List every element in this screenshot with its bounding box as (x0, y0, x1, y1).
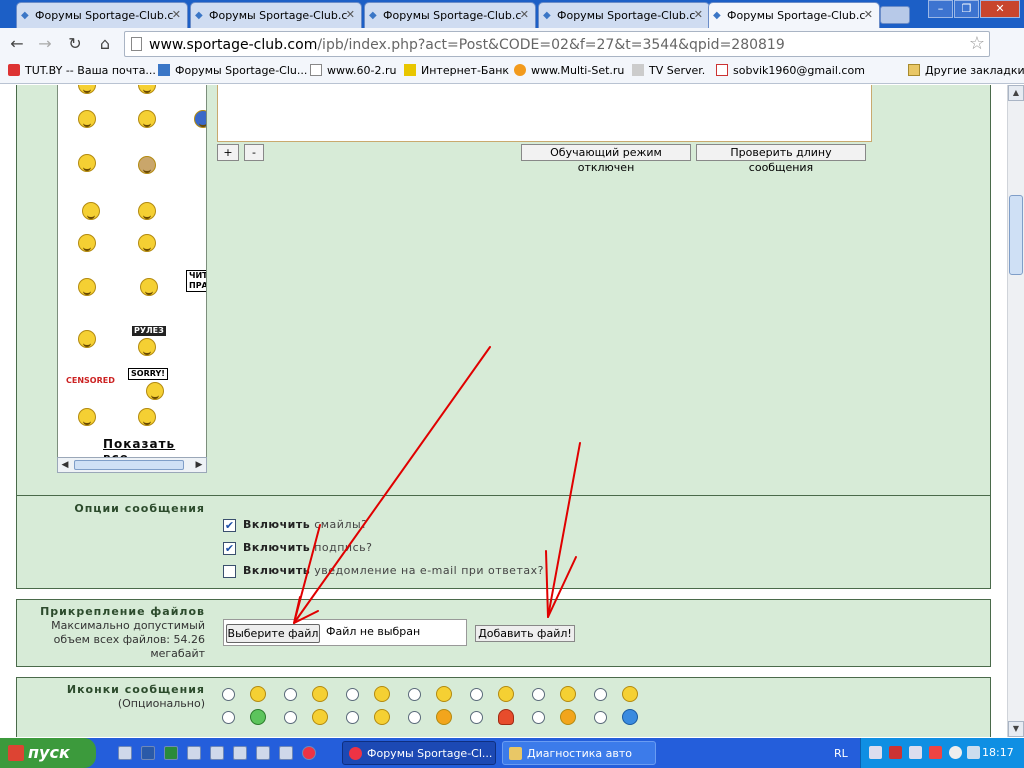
excel-icon[interactable] (164, 746, 178, 760)
taskbar-item-folder[interactable]: Диагностика авто (502, 741, 656, 765)
bookmark-label: TV Server. (649, 64, 706, 77)
annotation-arrow-line (547, 442, 581, 618)
close-tab-icon[interactable]: ✕ (864, 8, 873, 21)
browser-tab[interactable]: ◆ Форумы Sportage-Club.c ✕ (190, 2, 362, 28)
restore-icon[interactable]: ❐ (954, 0, 979, 18)
bookmark-item[interactable]: www.Multi-Set.ru (514, 64, 624, 77)
quicklaunch-icon[interactable] (118, 746, 132, 760)
mail-icon (8, 64, 20, 76)
scroll-down-icon[interactable]: ▼ (1008, 721, 1024, 737)
browser-toolbar: ← → ↻ ⌂ www.sportage-club.com/ipb/index.… (0, 28, 1024, 81)
bookmark-label: Форумы Sportage-Clu... (175, 64, 308, 77)
tray-app-icon[interactable] (889, 746, 902, 759)
quicklaunch-icon[interactable] (210, 746, 224, 760)
tray-app-icon[interactable] (929, 746, 942, 759)
forward-arrow-icon[interactable]: → (34, 34, 56, 54)
close-tab-icon[interactable]: ✕ (172, 8, 181, 21)
forum-favicon-icon: ◆ (713, 10, 721, 21)
page-vertical-scrollbar[interactable]: ▲ ▼ (1007, 85, 1024, 737)
page-content: ЧИТ ПРАВ РУЛЕЗ CENSORED SORRY! Показать … (0, 85, 1007, 737)
chrome-icon (349, 747, 362, 760)
bookmark-item[interactable]: sobvik1960@gmail.com (716, 64, 865, 77)
bookmark-label: www.60-2.ru (327, 64, 397, 77)
reload-icon[interactable]: ↻ (64, 34, 86, 54)
chrome-icon[interactable] (302, 746, 316, 760)
bookmark-item[interactable]: Интернет-Банк (404, 64, 509, 77)
taskbar-item-forum[interactable]: Форумы Sportage-Cl... (342, 741, 496, 765)
annotation-arrow-line (293, 346, 491, 624)
url-text: www.sportage-club.com/ipb/index.php?act=… (149, 37, 785, 53)
quicklaunch-icon[interactable] (233, 746, 247, 760)
url-path: /ipb/index.php?act=Post&CODE=02&f=27&t=3… (317, 37, 785, 53)
task-label: Диагностика авто (527, 747, 633, 760)
language-indicator[interactable]: RL (834, 747, 848, 760)
bank-icon (404, 64, 416, 76)
forum-favicon-icon: ◆ (369, 10, 377, 21)
scrollbar-thumb[interactable] (1009, 195, 1023, 275)
start-button[interactable]: пуск (0, 738, 96, 768)
bookmark-item[interactable]: TV Server. (632, 64, 705, 77)
bookmark-label: www.Multi-Set.ru (531, 64, 625, 77)
network-icon[interactable] (869, 746, 882, 759)
address-bar[interactable]: www.sportage-club.com/ipb/index.php?act=… (124, 31, 990, 57)
tray-app-icon[interactable] (967, 746, 980, 759)
close-tab-icon[interactable]: ✕ (694, 8, 703, 21)
volume-icon[interactable] (949, 746, 962, 759)
tab-label: Форумы Sportage-Club.c (727, 9, 866, 22)
close-tab-icon[interactable]: ✕ (520, 8, 529, 21)
browser-tab-active[interactable]: ◆ Форумы Sportage-Club.c ✕ (708, 2, 880, 29)
forum-favicon-icon: ◆ (21, 10, 29, 21)
new-tab-button[interactable] (880, 6, 910, 24)
forum-favicon-icon: ◆ (543, 10, 551, 21)
annotation-arrows (293, 346, 581, 624)
folder-icon (509, 747, 522, 760)
folder-icon (908, 64, 920, 76)
back-arrow-icon[interactable]: ← (6, 34, 28, 54)
bookmark-star-icon[interactable]: ☆ (969, 33, 985, 54)
start-label: пуск (28, 743, 70, 762)
tab-label: Форумы Sportage-Club.c (557, 9, 696, 22)
scroll-up-icon[interactable]: ▲ (1008, 85, 1024, 101)
tab-label: Форумы Sportage-Club.c (35, 9, 174, 22)
close-tab-icon[interactable]: ✕ (346, 8, 355, 21)
gmail-icon (716, 64, 728, 76)
bookmark-label: Интернет-Банк (421, 64, 510, 77)
tv-icon (632, 64, 644, 76)
minimize-icon[interactable]: – (928, 0, 953, 18)
task-label: Форумы Sportage-Cl... (367, 747, 493, 760)
tab-strip: ◆ Форумы Sportage-Club.c ✕ ◆ Форумы Sportag… (0, 0, 1024, 29)
tab-label: Форумы Sportage-Club.c (209, 9, 348, 22)
flower-icon (514, 64, 526, 76)
bookmark-item[interactable]: TUT.BY -- Ваша почта... (8, 64, 156, 77)
other-bookmarks[interactable]: Другие закладки (908, 64, 1024, 77)
home-icon[interactable]: ⌂ (94, 34, 116, 54)
tab-label: Форумы Sportage-Club.c (383, 9, 522, 22)
quicklaunch-icon[interactable] (187, 746, 201, 760)
bookmark-item[interactable]: Форумы Sportage-Clu... (158, 64, 307, 77)
close-window-icon[interactable]: ✕ (980, 0, 1020, 18)
forum-favicon-icon (158, 64, 170, 76)
bookmark-label: Другие закладки (925, 64, 1024, 77)
bookmark-item[interactable]: www.60-2.ru (310, 64, 396, 77)
tray-app-icon[interactable] (909, 746, 922, 759)
annotation-arrowhead (293, 524, 321, 624)
bookmark-label: TUT.BY -- Ваша почта... (25, 64, 156, 77)
windows-taskbar: пуск Форумы Sportage-Cl... Диагностика а… (0, 738, 1024, 768)
bookmarks-bar: TUT.BY -- Ваша почта... Форумы Sportage-… (0, 60, 1024, 84)
clock: 18:17 (982, 746, 1014, 759)
quicklaunch-icon[interactable] (256, 746, 270, 760)
browser-tab[interactable]: ◆ Форумы Sportage-Club.c ✕ (16, 2, 188, 28)
browser-tab[interactable]: ◆ Форумы Sportage-Club.c ✕ (538, 2, 710, 28)
url-host: www.sportage-club.com (149, 37, 318, 53)
page-icon (310, 64, 322, 76)
browser-tab[interactable]: ◆ Форумы Sportage-Club.c ✕ (364, 2, 536, 28)
word-icon[interactable] (141, 746, 155, 760)
page-icon (131, 37, 142, 51)
forum-favicon-icon: ◆ (195, 10, 203, 21)
bookmark-label: sobvik1960@gmail.com (733, 64, 865, 77)
windows-flag-icon (8, 745, 24, 761)
quicklaunch-icon[interactable] (279, 746, 293, 760)
